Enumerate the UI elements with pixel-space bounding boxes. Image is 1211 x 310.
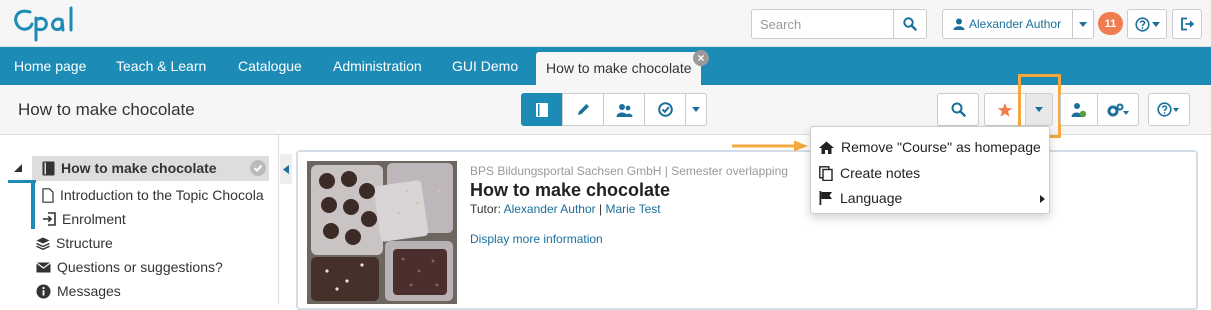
course-view-button[interactable] — [521, 93, 563, 126]
check-circle-icon — [657, 102, 673, 117]
logout-icon — [1181, 17, 1194, 31]
tutor-link[interactable]: Alexander Author — [504, 202, 596, 216]
settings-tools — [1060, 93, 1139, 126]
opal-logo[interactable] — [8, 4, 88, 44]
submenu-arrow-icon — [1040, 195, 1045, 203]
tree-item-enrolment[interactable]: Enrolment — [42, 207, 268, 231]
page-title: How to make chocolate — [18, 100, 195, 119]
info-icon — [36, 284, 51, 298]
menu-item-create-notes[interactable]: Create notes — [819, 162, 920, 184]
user-icon — [953, 18, 965, 30]
tree-branch-marker — [31, 181, 35, 229]
nav-administration[interactable]: Administration — [333, 47, 422, 85]
nav-teach-learn[interactable]: Teach & Learn — [116, 47, 206, 85]
tree-extra-label: Questions or suggestions? — [57, 259, 223, 275]
course-title: How to make chocolate — [470, 180, 671, 200]
tree-root-label: How to make chocolate — [61, 160, 217, 176]
user-menu-caret[interactable] — [1072, 9, 1094, 39]
menu-item-remove-homepage[interactable]: Remove "Course" as homepage — [819, 136, 1041, 158]
tutor-label: Tutor: — [470, 202, 501, 216]
tree-item-introduction[interactable]: Introduction to the Topic Chocola — [42, 183, 268, 207]
course-meta: BPS Bildungsportal Sachsen GmbH | Semest… — [470, 164, 788, 178]
menu-item-language[interactable]: Language — [819, 187, 902, 209]
menu-item-label: Language — [840, 190, 903, 206]
bookmark-dropdown-menu: Remove "Course" as homepage Create notes… — [810, 126, 1050, 214]
enrol-icon — [43, 212, 56, 226]
course-help-button[interactable] — [1148, 93, 1190, 126]
menu-item-label: Create notes — [840, 165, 921, 181]
user-settings-icon — [1071, 102, 1087, 117]
global-search — [751, 9, 927, 39]
users-icon — [616, 103, 632, 117]
help-tool — [1148, 93, 1190, 126]
assessment-button[interactable] — [644, 93, 686, 126]
layers-icon — [36, 237, 50, 250]
tutor-separator: | — [598, 202, 603, 216]
book-icon — [536, 102, 548, 117]
course-search-button[interactable] — [937, 93, 979, 126]
notification-badge[interactable]: 11 — [1098, 12, 1123, 35]
logout-button[interactable] — [1172, 9, 1202, 39]
close-icon[interactable]: × — [693, 50, 709, 66]
page-icon — [42, 187, 54, 203]
tree-toggle-icon[interactable] — [14, 164, 22, 172]
user-menu-button[interactable]: Alexander Author — [942, 9, 1073, 39]
search-icon — [951, 102, 966, 117]
tree-item-label: Enrolment — [62, 211, 126, 227]
tree-extra-label: Structure — [56, 235, 113, 251]
tree-messages[interactable]: Messages — [36, 279, 121, 303]
annotation-arrow — [732, 140, 808, 152]
help-icon — [1157, 102, 1179, 117]
help-icon — [1134, 16, 1150, 32]
chevron-left-icon — [283, 164, 289, 174]
tree-questions[interactable]: Questions or suggestions? — [36, 255, 223, 279]
book-icon — [42, 161, 55, 175]
tree-structure[interactable]: Structure — [36, 231, 113, 255]
tree-item-label: Introduction to the Topic Chocola — [60, 187, 264, 203]
envelope-icon — [36, 261, 51, 272]
display-more-info-link[interactable]: Display more information — [470, 232, 603, 246]
user-name: Alexander Author — [969, 17, 1062, 31]
flag-icon — [819, 191, 832, 205]
pencil-icon — [577, 104, 589, 115]
participant-settings-button[interactable] — [1060, 93, 1098, 126]
search-button[interactable] — [893, 9, 927, 39]
caret-down-icon — [1151, 21, 1160, 27]
course-tool-group — [521, 93, 707, 126]
tutor-link[interactable]: Marie Test — [605, 202, 660, 216]
help-menu-button[interactable] — [1127, 9, 1167, 39]
notes-icon — [819, 165, 833, 181]
course-settings-button[interactable] — [1097, 93, 1139, 126]
menu-collapse-handle[interactable] — [280, 154, 292, 184]
members-button[interactable] — [603, 93, 645, 126]
course-tutors: Tutor: Alexander Author | Marie Test — [470, 202, 661, 216]
star-icon — [997, 102, 1013, 117]
tree-root[interactable]: How to make chocolate — [42, 156, 217, 180]
tree-children: Introduction to the Topic Chocola Enrolm… — [36, 183, 268, 231]
home-icon — [819, 141, 834, 154]
nav-home-page[interactable]: Home page — [14, 47, 86, 85]
tree-extra-label: Messages — [57, 283, 121, 299]
caret-down-icon — [692, 107, 700, 112]
nav-gui-demo[interactable]: GUI Demo — [452, 47, 518, 85]
search-icon — [903, 17, 917, 31]
course-editor-button[interactable] — [562, 93, 604, 126]
gears-icon — [1107, 103, 1129, 116]
caret-down-icon — [1079, 21, 1087, 27]
course-image — [307, 161, 457, 304]
tab-course[interactable]: How to make chocolate — [536, 52, 701, 85]
course-tools-caret[interactable] — [685, 93, 707, 126]
nav-catalogue[interactable]: Catalogue — [238, 47, 302, 85]
check-icon — [250, 160, 266, 176]
search-input[interactable] — [751, 9, 893, 39]
search-tool — [937, 93, 979, 126]
menu-item-label: Remove "Course" as homepage — [841, 139, 1041, 155]
